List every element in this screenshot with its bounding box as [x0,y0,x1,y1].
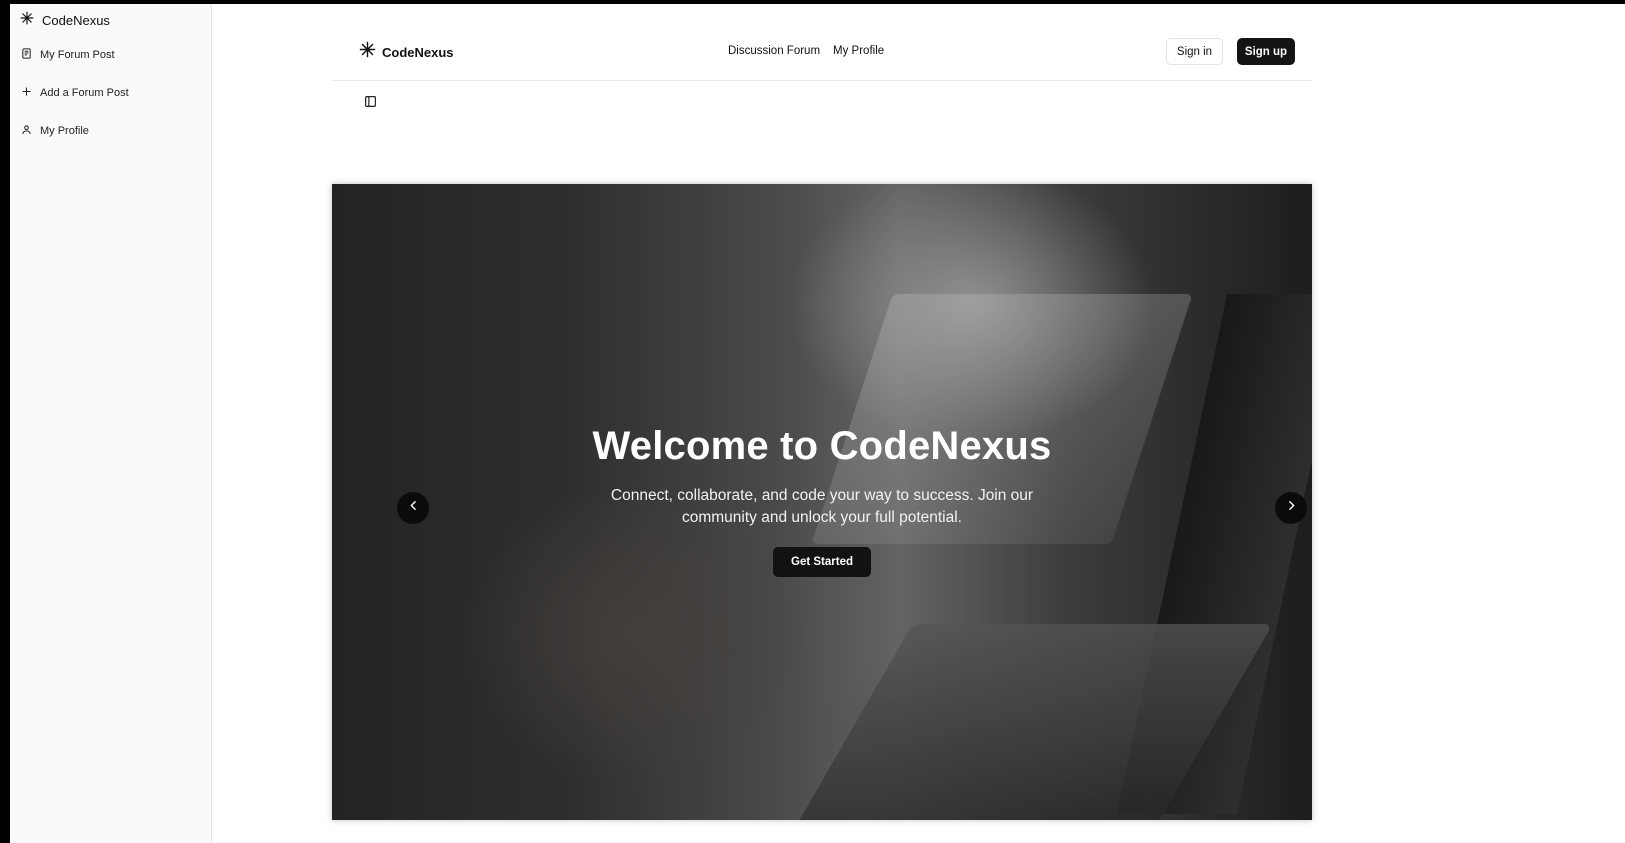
sidebar-item-label: My Profile [40,125,89,137]
hero-content: Welcome to CodeNexus Connect, collaborat… [332,424,1312,577]
asterisk-logo-icon [20,11,34,30]
app-viewport: CodeNexus My Forum Post Add a Forum Post [10,4,1625,843]
sign-in-button[interactable]: Sign in [1166,38,1223,65]
sidebar-brand[interactable]: CodeNexus [10,4,211,36]
header-brand-label: CodeNexus [382,44,454,60]
hero-subtitle: Connect, collaborate, and code your way … [610,487,1034,526]
header-brand[interactable]: CodeNexus [359,41,454,63]
hero-title: Welcome to CodeNexus [592,424,1052,468]
panel-left-icon [364,95,377,113]
sidebar-item-label: Add a Forum Post [40,87,129,99]
carousel-prev-button[interactable] [397,492,429,524]
header-nav: Discussion Forum My Profile [728,45,884,57]
asterisk-logo-icon [359,41,376,63]
sidebar-item-add-forum-post[interactable]: Add a Forum Post [10,74,211,112]
sidebar-item-my-profile[interactable]: My Profile [10,112,211,150]
get-started-button[interactable]: Get Started [773,547,871,577]
nav-link-my-profile[interactable]: My Profile [833,45,884,57]
sidebar: CodeNexus My Forum Post Add a Forum Post [10,4,212,843]
sidebar-toggle-button[interactable] [362,96,378,112]
sidebar-item-my-forum-post[interactable]: My Forum Post [10,36,211,74]
sidebar-brand-label: CodeNexus [42,12,110,28]
chevron-right-icon [1285,499,1298,517]
carousel-next-button[interactable] [1275,492,1307,524]
plus-icon [21,86,32,100]
chevron-left-icon [407,499,420,517]
hero-carousel: Welcome to CodeNexus Connect, collaborat… [332,184,1312,820]
nav-link-discussion-forum[interactable]: Discussion Forum [728,45,820,57]
user-icon [21,124,32,138]
notebook-icon [21,48,32,62]
sidebar-item-label: My Forum Post [40,49,115,61]
top-header: CodeNexus Discussion Forum My Profile Si… [332,31,1312,81]
sign-up-button[interactable]: Sign up [1237,38,1295,65]
